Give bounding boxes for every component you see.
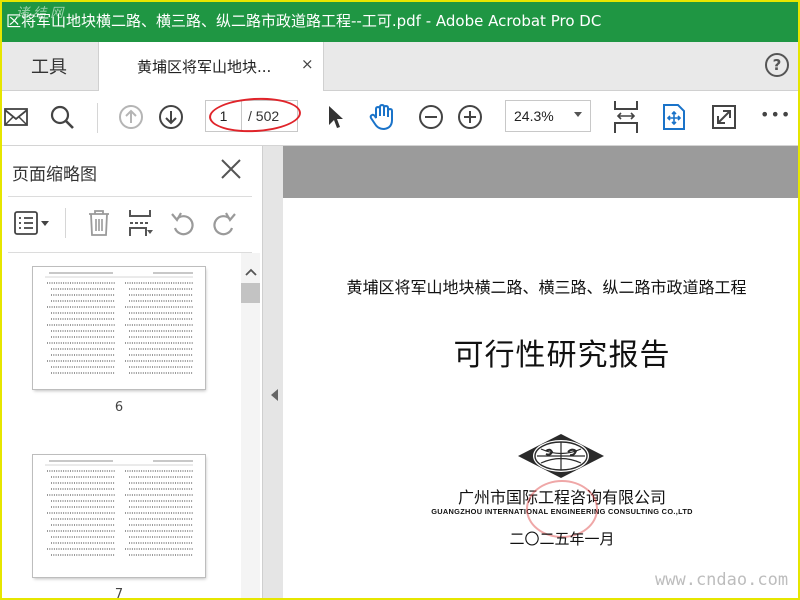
options-menu-icon[interactable] — [14, 210, 52, 240]
select-cursor-icon[interactable] — [321, 103, 349, 131]
watermark-url: www.cndao.com — [655, 570, 789, 590]
zoom-in-icon[interactable] — [456, 103, 484, 131]
toolbar-separator — [97, 103, 98, 133]
full-screen-icon[interactable] — [710, 103, 738, 131]
trash-icon[interactable] — [87, 209, 111, 241]
close-icon[interactable] — [220, 158, 242, 180]
company-logo-icon — [516, 432, 606, 480]
rotate-left-icon[interactable] — [169, 210, 197, 240]
tab-document-label: 黄埔区将军山地块... — [137, 58, 272, 76]
divider — [8, 196, 252, 197]
search-icon[interactable] — [48, 103, 76, 131]
chevron-up-icon[interactable] — [245, 261, 257, 280]
scrollbar-thumb[interactable] — [241, 283, 260, 303]
page-thumbnails-panel: 页面缩略图 6 7 — [0, 146, 263, 600]
hand-tool-icon[interactable] — [368, 103, 396, 131]
window-title: 区将军山地块横二路、横三路、纵二路市政道路工程--工可.pdf - Adobe … — [6, 12, 602, 30]
page-thumbnail[interactable] — [33, 267, 205, 389]
fit-page-width-icon[interactable] — [612, 99, 640, 135]
panel-splitter[interactable] — [263, 146, 283, 600]
zoom-value: 24.3% — [514, 108, 554, 124]
thumbnails-scrollbar[interactable] — [241, 253, 260, 600]
zoom-out-icon[interactable] — [417, 103, 445, 131]
tab-tools[interactable]: 工具 — [0, 42, 98, 90]
next-page-icon[interactable] — [157, 103, 185, 131]
tab-close-button[interactable]: × — [301, 55, 314, 73]
doc-date: 二〇二五年一月 — [509, 530, 615, 548]
tab-document[interactable]: 黄埔区将军山地块... × — [98, 42, 324, 91]
document-page: 黄埔区将军山地块横二路、横三路、纵二路市政道路工程 可行性研究报告 广州市国际工… — [283, 198, 800, 600]
page-thumbnail[interactable] — [33, 455, 205, 577]
document-view[interactable]: 黄埔区将军山地块横二路、横三路、纵二路市政道路工程 可行性研究报告 广州市国际工… — [283, 146, 800, 600]
tab-bar: 工具 黄埔区将军山地块... × ? — [0, 42, 800, 91]
rotate-right-icon[interactable] — [210, 210, 238, 240]
toolbar: / 502 24.3% ••• — [0, 91, 800, 146]
toolbar-separator — [65, 208, 66, 238]
previous-page-icon[interactable] — [117, 103, 145, 131]
fit-page-icon[interactable] — [660, 103, 688, 131]
thumbnail-page-number: 6 — [114, 400, 124, 415]
chevron-down-icon — [574, 112, 582, 117]
thumbnails-list: 6 7 — [0, 253, 240, 600]
title-bar: 区将军山地块横二路、横三路、纵二路市政道路工程--工可.pdf - Adobe … — [0, 0, 800, 42]
insert-page-icon[interactable] — [128, 208, 154, 242]
doc-title: 可行性研究报告 — [453, 338, 671, 373]
email-icon[interactable] — [2, 103, 30, 131]
thumbnail-page-number: 7 — [114, 587, 124, 600]
watermark-logo-text: 诸 结 网 — [16, 6, 64, 21]
zoom-dropdown[interactable]: 24.3% — [505, 100, 591, 132]
more-tools-icon[interactable]: ••• — [760, 105, 791, 124]
collapse-panel-icon[interactable] — [271, 389, 278, 401]
help-button[interactable]: ? — [765, 53, 789, 77]
doc-project-name: 黄埔区将军山地块横二路、横三路、纵二路市政道路工程 — [346, 278, 747, 297]
panel-title: 页面缩略图 — [12, 165, 97, 185]
